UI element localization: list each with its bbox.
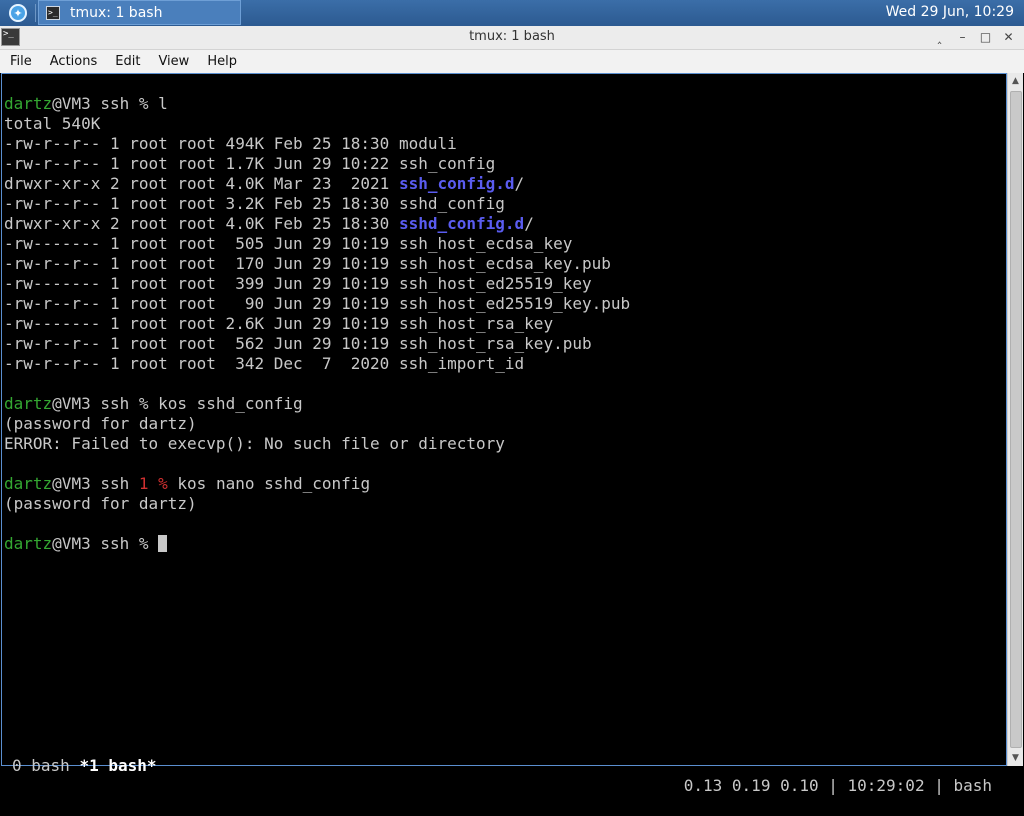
terminal-output: dartz@VM3 ssh % l total 540K -rw-r--r-- 1 …	[4, 94, 630, 554]
vertical-scrollbar[interactable]: ▲ ▼	[1007, 73, 1023, 766]
tmux-window-0[interactable]: 0 bash	[12, 756, 79, 775]
shade-button[interactable]: ‸	[928, 27, 951, 47]
terminal-line: total 540K	[4, 114, 630, 134]
terminal-line: -rw------- 1 root root 399 Jun 29 10:19 …	[4, 274, 630, 294]
scroll-down-icon[interactable]: ▼	[1008, 750, 1023, 766]
menu-view[interactable]: View	[148, 54, 197, 69]
terminal-text: -rw------- 1 root root 399 Jun 29 10:19 …	[4, 274, 592, 293]
terminal-line: dartz@VM3 ssh %	[4, 534, 630, 554]
maximize-button[interactable]: □	[974, 27, 997, 47]
top-panel: ✦ >_ tmux: 1 bash Wed 29 Jun, 10:29	[0, 0, 1024, 26]
terminal-line: -rw-r--r-- 1 root root 494K Feb 25 18:30…	[4, 134, 630, 154]
scrollbar-thumb[interactable]	[1010, 91, 1022, 748]
terminal-text: @VM3 ssh	[52, 474, 139, 493]
terminal-line: -rw-r--r-- 1 root root 3.2K Feb 25 18:30…	[4, 194, 630, 214]
terminal-text: -rw-r--r-- 1 root root 1.7K Jun 29 10:22…	[4, 154, 496, 173]
menu-file[interactable]: File	[0, 54, 40, 69]
terminal-text: -rw-r--r-- 1 root root 170 Jun 29 10:19 …	[4, 254, 611, 273]
terminal-text: drwxr-xr-x 2 root root 4.0K Feb 25 18:30	[4, 214, 399, 233]
directory-name: sshd_config.d	[398, 214, 525, 233]
terminal-text: /	[514, 174, 525, 193]
terminal-text: (password for dartz)	[4, 494, 197, 513]
terminal-line: (password for dartz)	[4, 414, 630, 434]
terminal-line: -rw-r--r-- 1 root root 90 Jun 29 10:19 s…	[4, 294, 630, 314]
terminal-line: dartz@VM3 ssh % kos sshd_config	[4, 394, 630, 414]
terminal-line: -rw-r--r-- 1 root root 170 Jun 29 10:19 …	[4, 254, 630, 274]
prompt-user: dartz	[4, 394, 53, 413]
terminal-text: -rw-r--r-- 1 root root 3.2K Feb 25 18:30…	[4, 194, 505, 213]
terminal-line: -rw------- 1 root root 505 Jun 29 10:19 …	[4, 234, 630, 254]
app-menu-icon[interactable]: ✦	[9, 4, 27, 22]
terminal-text: @VM3 ssh %	[52, 534, 159, 553]
prompt-user: dartz	[4, 474, 53, 493]
terminal-line: drwxr-xr-x 2 root root 4.0K Mar 23 2021 …	[4, 174, 630, 194]
menu-actions[interactable]: Actions	[40, 54, 106, 69]
scroll-up-icon[interactable]: ▲	[1008, 73, 1023, 89]
terminal-line: -rw-r--r-- 1 root root 1.7K Jun 29 10:22…	[4, 154, 630, 174]
terminal-line: -rw------- 1 root root 2.6K Jun 29 10:19…	[4, 314, 630, 334]
prompt-user: dartz	[4, 94, 53, 113]
terminal-text: /	[524, 214, 534, 233]
terminal-text: -rw-r--r-- 1 root root 90 Jun 29 10:19 s…	[4, 294, 631, 313]
terminal-text: kos nano sshd_config	[167, 474, 371, 493]
terminal-text: -rw-r--r-- 1 root root 342 Dec 7 2020 ss…	[4, 354, 525, 373]
terminal-line: (password for dartz)	[4, 494, 630, 514]
minimize-button[interactable]: –	[951, 27, 974, 47]
terminal-text: -rw------- 1 root root 505 Jun 29 10:19 …	[4, 234, 573, 253]
taskbar-item-label: tmux: 1 bash	[70, 4, 163, 21]
terminal-line: -rw-r--r-- 1 root root 562 Jun 29 10:19 …	[4, 334, 630, 354]
terminal-text: drwxr-xr-x 2 root root 4.0K Mar 23 2021	[4, 174, 399, 193]
terminal-line: ERROR: Failed to execvp(): No such file …	[4, 434, 630, 454]
menu-help[interactable]: Help	[197, 54, 245, 69]
prompt-user: dartz	[4, 534, 53, 553]
terminal-text: @VM3 ssh % l	[52, 94, 168, 113]
terminal-text: -rw------- 1 root root 2.6K Jun 29 10:19…	[4, 314, 554, 333]
menu-edit[interactable]: Edit	[105, 54, 148, 69]
terminal-text: -rw-r--r-- 1 root root 562 Jun 29 10:19 …	[4, 334, 592, 353]
window-titlebar[interactable]: >_ tmux: 1 bash ‸ – □ ✕	[0, 26, 1024, 50]
prompt-exit-status: 1 %	[138, 474, 168, 493]
window-title: tmux: 1 bash	[469, 29, 555, 44]
terminal-icon: >_	[46, 5, 60, 20]
terminal-line: drwxr-xr-x 2 root root 4.0K Feb 25 18:30…	[4, 214, 630, 234]
close-button[interactable]: ✕	[997, 27, 1020, 47]
terminal-area[interactable]: dartz@VM3 ssh % l total 540K -rw-r--r-- 1 …	[1, 73, 1007, 795]
terminal-line: dartz@VM3 ssh % l	[4, 94, 630, 114]
panel-clock[interactable]: Wed 29 Jun, 10:29	[886, 4, 1014, 20]
terminal-line: dartz@VM3 ssh 1 % kos nano sshd_config	[4, 474, 630, 494]
terminal-text: (password for dartz)	[4, 414, 197, 433]
tmux-status-right: 0.13 0.19 0.10 | 10:29:02 | bash	[683, 776, 992, 795]
terminal-text: @VM3 ssh % kos sshd_config	[52, 394, 303, 413]
terminal-text: -rw-r--r-- 1 root root 494K Feb 25 18:30…	[4, 134, 457, 153]
tmux-status-bar: 0 bash *1 bash* 0.13 0.19 0.10 | 10:29:0…	[12, 736, 992, 795]
terminal-line: -rw-r--r-- 1 root root 342 Dec 7 2020 ss…	[4, 354, 630, 374]
terminal-cursor	[158, 535, 168, 552]
taskbar-item-terminal[interactable]: >_ tmux: 1 bash	[38, 0, 241, 25]
terminal-text: total 540K	[4, 114, 101, 133]
menubar: File Actions Edit View Help	[0, 50, 1024, 73]
panel-separator	[35, 4, 36, 22]
directory-name: ssh_config.d	[398, 174, 515, 193]
terminal-text: ERROR: Failed to execvp(): No such file …	[4, 434, 505, 453]
tmux-window-1-active[interactable]: *1 bash*	[79, 756, 156, 775]
